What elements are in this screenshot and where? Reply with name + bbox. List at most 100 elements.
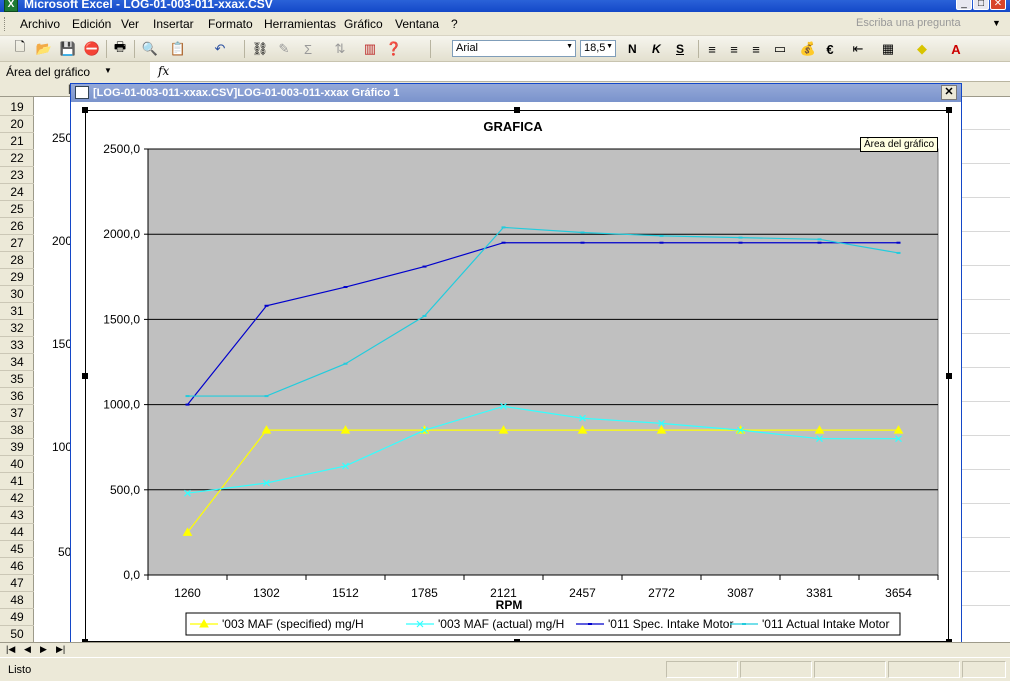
menu-grip-icon[interactable] [4,17,7,31]
row-header[interactable]: 35 [0,371,34,388]
row-header[interactable]: 37 [0,405,34,422]
row-header[interactable]: 36 [0,388,34,405]
currency-icon[interactable]: 💰 [798,39,818,59]
borders-icon[interactable]: ▦ [878,39,898,59]
chart-window-close-button[interactable]: ✕ [941,85,957,100]
menu-herramientas[interactable]: Herramientas [264,17,336,31]
undo-icon[interactable]: ↶ [210,39,230,59]
row-header[interactable]: 41 [0,473,34,490]
research-icon[interactable]: 🔍 [140,39,160,59]
row-header[interactable]: 48 [0,592,34,609]
menu-ventana[interactable]: Ventana [395,17,439,31]
save-icon[interactable]: 💾 [58,39,78,59]
resize-handle[interactable] [946,107,952,113]
row-header[interactable]: 22 [0,150,34,167]
gridline [960,401,1010,402]
font-name-select[interactable]: Arial ▼ [452,40,576,57]
name-box[interactable]: Área del gráfico ▼ [0,62,150,82]
chart-area[interactable]: GRAFICA 0,0 500,0 1000,0 1500,0 2000,0 2500,0 1… [85,110,949,642]
new-icon[interactable]: 🗋 [10,39,30,59]
first-sheet-icon[interactable]: |◀ [6,644,15,655]
row-header[interactable]: 20 [0,116,34,133]
menu-insertar[interactable]: Insertar [153,17,194,31]
row-header[interactable]: 25 [0,201,34,218]
resize-handle[interactable] [514,107,520,113]
row-header[interactable]: 39 [0,439,34,456]
row-header[interactable]: 46 [0,558,34,575]
chart-wizard-icon[interactable]: ▥ [360,39,380,59]
formula-bar: Área del gráfico ▼ fx [0,62,1010,82]
row-header[interactable]: 33 [0,337,34,354]
menu-archivo[interactable]: Archivo [20,17,60,31]
hyperlink-icon[interactable]: ⛓ [250,39,270,59]
menu-ayuda[interactable]: ? [451,17,458,31]
sort-icon[interactable]: ⇅ [330,39,350,59]
row-header[interactable]: 30 [0,286,34,303]
menu-ver[interactable]: Ver [121,17,139,31]
row-header[interactable]: 28 [0,252,34,269]
chart-svg[interactable]: GRAFICA 0,0 500,0 1000,0 1500,0 2000,0 2500,0 1… [86,111,948,641]
row-header[interactable]: 38 [0,422,34,439]
chart-icon [75,86,89,99]
chart-window[interactable]: [LOG-01-003-011-xxax.CSV]LOG-01-003-011-… [70,83,962,651]
chevron-down-icon[interactable]: ▼ [104,66,112,75]
prev-sheet-icon[interactable]: ◀ [24,644,31,655]
ask-dropdown-icon[interactable]: ▼ [992,18,1001,28]
x-tick-label: 2772 [648,586,675,600]
row-header[interactable]: 26 [0,218,34,235]
row-header[interactable]: 29 [0,269,34,286]
euro-icon[interactable]: € [820,39,840,59]
row-header[interactable]: 21 [0,133,34,150]
fill-color-icon[interactable]: ◆ [912,39,932,59]
resize-handle[interactable] [82,107,88,113]
merge-center-icon[interactable]: ▭ [770,39,790,59]
chart-window-title-bar[interactable]: [LOG-01-003-011-xxax.CSV]LOG-01-003-011-… [71,84,961,102]
permission-icon[interactable]: ⛔ [82,39,102,59]
row-header[interactable]: 23 [0,167,34,184]
row-header[interactable]: 31 [0,303,34,320]
row-header[interactable]: 47 [0,575,34,592]
row-header[interactable]: 42 [0,490,34,507]
data-point-2 [264,304,269,307]
row-header[interactable]: 50 [0,626,34,643]
indent-icon[interactable]: ⇤ [848,39,868,59]
row-header[interactable]: 32 [0,320,34,337]
resize-handle[interactable] [946,373,952,379]
font-size-select[interactable]: 18,5 ▼ [580,40,616,57]
maximize-button[interactable]: □ [973,0,989,10]
row-header[interactable]: 24 [0,184,34,201]
bold-button[interactable]: N [628,42,637,56]
row-header[interactable]: 49 [0,609,34,626]
row-header[interactable]: 40 [0,456,34,473]
last-sheet-icon[interactable]: ▶| [56,644,65,655]
next-sheet-icon[interactable]: ▶ [40,644,47,655]
window-title: Microsoft Excel - LOG-01-003-011-xxax.CS… [24,0,273,11]
close-button[interactable]: ✕ [990,0,1006,10]
menu-edicion[interactable]: Edición [72,17,111,31]
align-center-icon[interactable]: ≡ [724,39,744,59]
font-color-icon[interactable]: A [946,39,966,59]
resize-handle[interactable] [82,373,88,379]
row-header[interactable]: 45 [0,541,34,558]
underline-button[interactable]: S [676,42,684,56]
align-right-icon[interactable]: ≡ [746,39,766,59]
ink-icon[interactable]: ✎ [274,39,294,59]
paste-icon[interactable]: 📋 [168,39,188,59]
open-icon[interactable]: 📂 [34,39,54,59]
ask-question-box[interactable]: Escriba una pregunta [856,17,986,29]
row-header[interactable]: 27 [0,235,34,252]
row-header[interactable]: 44 [0,524,34,541]
menu-grafico[interactable]: Gráfico [344,17,383,31]
autosum-icon[interactable]: Σ [298,39,318,59]
minimize-button[interactable]: _ [956,0,972,10]
menu-formato[interactable]: Formato [208,17,253,31]
align-left-icon[interactable]: ≡ [702,39,722,59]
row-header[interactable]: 34 [0,354,34,371]
italic-button[interactable]: K [652,42,661,56]
print-icon[interactable]: 🖶 [110,39,130,59]
x-tick-label: 1785 [411,586,438,600]
help-icon[interactable]: ❓ [384,39,404,59]
row-header[interactable]: 43 [0,507,34,524]
row-header[interactable]: 19 [0,99,34,116]
fx-icon[interactable]: fx [158,64,169,78]
